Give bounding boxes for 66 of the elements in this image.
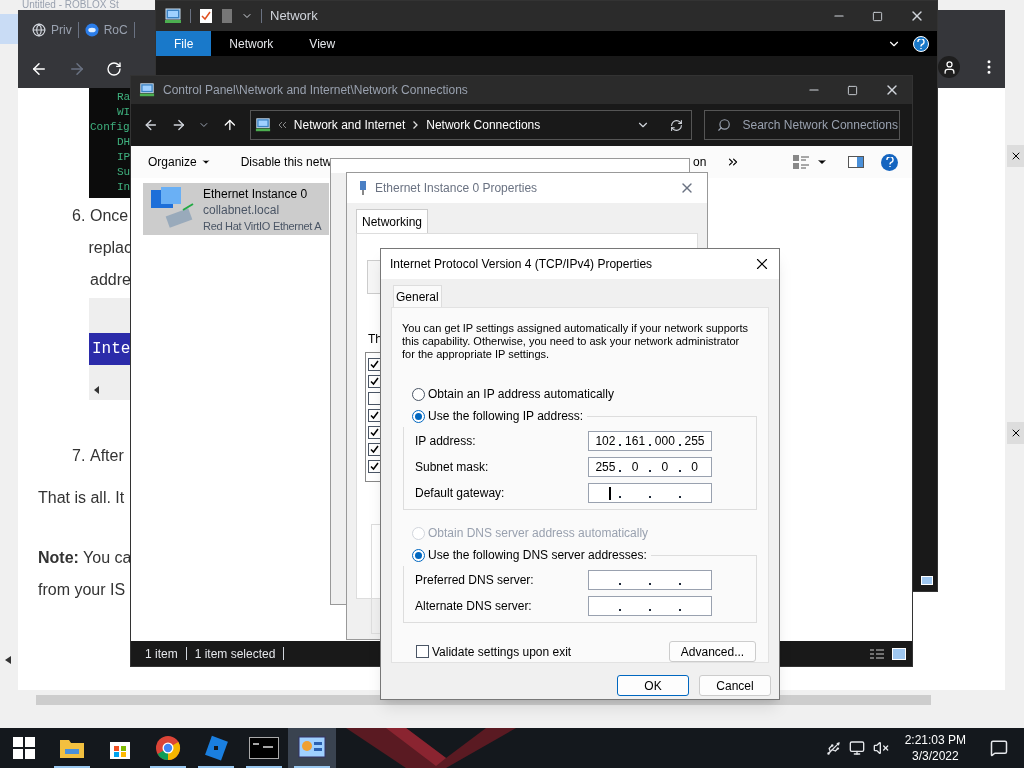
tab[interactable]: General	[393, 285, 442, 307]
paragraph-text: Note: You ca	[38, 548, 132, 568]
field-label: Default gateway:	[415, 485, 505, 502]
ribbon-tab[interactable]: Network	[211, 31, 292, 56]
cancel-button[interactable]: Cancel	[699, 675, 771, 696]
step-text: replac	[88, 238, 132, 258]
code-line: WI	[116, 105, 131, 120]
connection-adapter: Red Hat VirtIO Ethernet A	[203, 219, 322, 234]
search-field[interactable]: Search Network Connections	[703, 110, 900, 140]
breadcrumb-item[interactable]: Network Connections	[426, 116, 541, 134]
step-text: Once	[90, 206, 129, 226]
toolbar-button[interactable]: Organize	[148, 153, 211, 171]
checkbox-label: Validate settings upon exit	[432, 643, 572, 661]
radio-label: Use the following IP address:	[428, 408, 584, 425]
clock-date[interactable]: 3/3/2022	[911, 748, 959, 764]
browser-tab[interactable]: RoC	[84, 21, 128, 39]
browser-tab[interactable]: Priv	[32, 21, 72, 39]
radio-label: Obtain an IP address automatically	[428, 386, 614, 403]
octet-value: 000	[654, 434, 675, 448]
octet-value: 161	[625, 434, 646, 448]
octet-value: 102	[595, 434, 616, 448]
window-title: Network	[270, 7, 318, 26]
ribbon-tab[interactable]: File	[156, 31, 212, 56]
ip-address-field[interactable]: 102 161 000 255	[588, 431, 712, 451]
status-text: 1 item	[145, 645, 178, 663]
window-title: Control Panel\Network and Internet\Network Connections	[163, 82, 468, 99]
octet-value: 255	[684, 434, 705, 448]
tab[interactable]: Networking	[356, 209, 429, 233]
connection-domain: collabnet.local	[203, 202, 281, 218]
paragraph-text: from your IS	[38, 580, 127, 600]
window-title: Internet Protocol Version 4 (TCP/IPv4) Properties	[390, 256, 653, 273]
radio-label: Obtain DNS server address automatically	[428, 525, 649, 542]
address-bar[interactable]: Network and Internet Network Connections	[249, 110, 692, 140]
window-title: Untitled - ROBLOX St	[22, 0, 119, 10]
step-number: 6.	[72, 207, 86, 224]
step-number: 7.	[72, 447, 86, 464]
connection-item[interactable]: Ethernet Instance 0 collabnet.local Red Hat VirtIO Ethernet A	[143, 183, 329, 235]
radio-label: Use the following DNS server addresses:	[428, 547, 647, 564]
ok-button[interactable]: OK	[617, 675, 689, 696]
code-line: Su	[116, 165, 131, 180]
code-line: Ra	[116, 90, 131, 105]
code-line: DH	[116, 135, 131, 150]
octet-value: 255	[595, 460, 616, 474]
code-line: In	[116, 180, 131, 195]
field-label: Alternate DNS server:	[415, 598, 532, 615]
field-label: IP address:	[415, 433, 476, 450]
code-line: Config	[89, 120, 130, 135]
field-label: Subnet mask:	[415, 459, 489, 476]
breadcrumb-item[interactable]: Network and Internet	[293, 116, 406, 134]
clock-time[interactable]: 2:21:03 PM	[904, 732, 966, 748]
window-title: Ethernet Instance 0 Properties	[375, 180, 538, 197]
intro-text: You can get IP settings assigned automatically if your network supports this capability. Otherwise, you need to ask your network administrator for the appropriate IP settings.	[402, 322, 750, 361]
toolbar-button[interactable]: on	[693, 153, 707, 171]
step-text: addre	[90, 270, 131, 290]
field-label: Preferred DNS server:	[415, 572, 534, 589]
code-line: IP	[116, 150, 131, 165]
octet-value: 0	[661, 460, 669, 474]
step-text: After	[90, 446, 124, 466]
paragraph-text: That is all. It	[38, 488, 126, 508]
octet-value: 0	[631, 460, 639, 474]
ribbon-tab[interactable]: View	[291, 31, 354, 56]
connection-name: Ethernet Instance 0	[203, 186, 309, 202]
ip-address-field[interactable]: 255 0 0 0	[588, 457, 712, 477]
octet-value: 0	[691, 460, 698, 474]
status-text: 1 item selected	[194, 645, 276, 663]
advanced-button[interactable]: Advanced...	[669, 641, 756, 662]
